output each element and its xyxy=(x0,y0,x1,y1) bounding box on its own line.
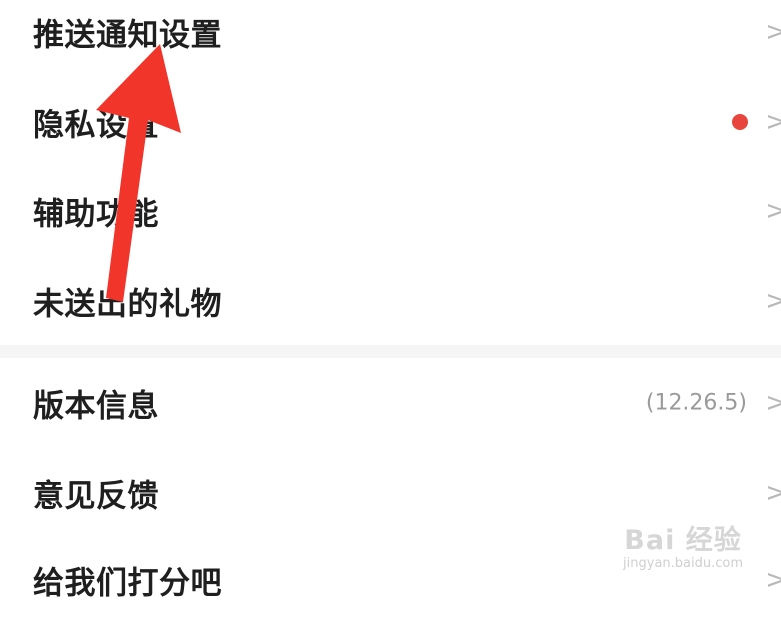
watermark-url: jingyan.baidu.com xyxy=(623,556,743,571)
watermark-logo: Bai 经验 xyxy=(624,525,742,556)
red-arrow-icon xyxy=(96,44,181,302)
baidu-jingyan-watermark: Bai 经验 jingyan.baidu.com xyxy=(623,527,743,571)
